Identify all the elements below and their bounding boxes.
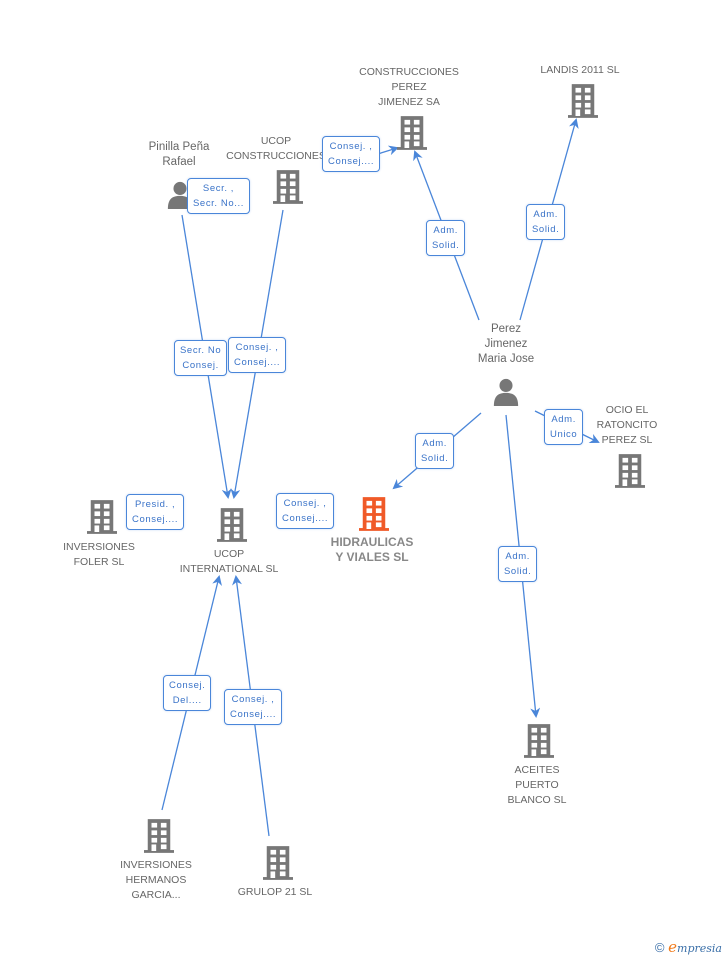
node-aceites-label[interactable]: ACEITES PUERTO BLANCO SL <box>508 763 567 808</box>
edge-label-pinilla-ucop-construcciones[interactable]: Secr. , Secr. No... <box>187 178 250 214</box>
edge-label-perez-jimenez-landis[interactable]: Adm. Solid. <box>526 204 566 240</box>
node-inversiones-foler-label[interactable]: INVERSIONES FOLER SL <box>63 540 135 570</box>
copyright-icon: © <box>654 940 665 955</box>
node-landis-label[interactable]: LANDIS 2011 SL <box>540 63 619 78</box>
edge-label-grulop-ucop-international[interactable]: Consej. , Consej.... <box>224 689 283 725</box>
edge-label-perez-jimenez-ocio[interactable]: Adm. Unico <box>544 409 584 445</box>
focus-building-icon[interactable] <box>359 497 389 531</box>
building-icon[interactable] <box>568 84 598 118</box>
brand-logo-name: mpresia <box>677 942 722 955</box>
node-inversiones-garcia-label[interactable]: INVERSIONES HERMANOS GARCIA... <box>120 858 192 903</box>
building-icon[interactable] <box>87 500 117 534</box>
building-icon[interactable] <box>615 454 645 488</box>
edge-label-ucop-construcciones-ucop-international[interactable]: Consej. , Consej.... <box>228 337 287 373</box>
node-perez-jimenez-label[interactable]: Perez Jimenez Maria Jose <box>478 322 534 367</box>
node-ucop-international-label[interactable]: UCOP INTERNATIONAL SL <box>180 547 279 577</box>
edge-label-perez-jimenez-construcciones-perez[interactable]: Adm. Solid. <box>426 220 466 256</box>
node-hidraulicas-label[interactable]: HIDRAULICAS Y VIALES SL <box>331 535 414 565</box>
node-ocio-label[interactable]: OCIO EL RATONCITO PEREZ SL <box>597 403 658 448</box>
node-grulop-label[interactable]: GRULOP 21 SL <box>238 885 313 900</box>
edge-label-ucop-international-hidraulicas[interactable]: Consej. , Consej.... <box>276 493 335 529</box>
building-icon[interactable] <box>263 846 293 880</box>
copyright-brand: © empresia <box>655 938 722 956</box>
edge-label-garcia-ucop-international[interactable]: Consej. Del.... <box>163 675 212 711</box>
node-construcciones-perez-label[interactable]: CONSTRUCCIONES PEREZ JIMENEZ SA <box>359 65 459 110</box>
brand-logo-initial: e <box>668 938 678 956</box>
building-icon[interactable] <box>144 819 174 853</box>
building-icon[interactable] <box>397 116 427 150</box>
node-ucop-construcciones-label[interactable]: UCOP CONSTRUCCIONES <box>226 134 326 164</box>
edge-label-ucop-construcciones-construcciones-perez[interactable]: Consej. , Consej.... <box>322 136 381 172</box>
edge-label-foler-ucop-international[interactable]: Presid. , Consej.... <box>126 494 185 530</box>
edge-label-perez-jimenez-aceites[interactable]: Adm. Solid. <box>498 546 538 582</box>
building-icon[interactable] <box>217 508 247 542</box>
node-pinilla-label[interactable]: Pinilla Peña Rafael <box>149 140 210 170</box>
person-icon[interactable] <box>492 377 520 407</box>
building-icon[interactable] <box>524 724 554 758</box>
building-icon[interactable] <box>273 170 303 204</box>
edge-label-perez-jimenez-hidraulicas[interactable]: Adm. Solid. <box>415 433 455 469</box>
edge-label-pinilla-ucop-international[interactable]: Secr. No Consej. <box>174 340 228 376</box>
